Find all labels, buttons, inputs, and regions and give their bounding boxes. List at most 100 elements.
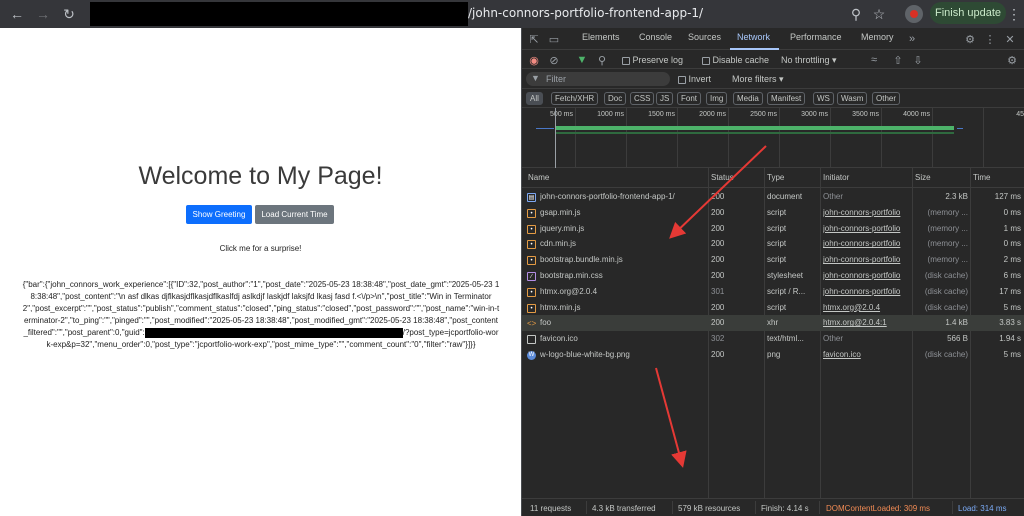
request-name[interactable]: htmx.org@2.0.4 bbox=[540, 287, 706, 296]
import-har-icon[interactable]: ⇧ bbox=[890, 52, 906, 68]
type-filter-img[interactable]: Img bbox=[706, 92, 728, 105]
request-name[interactable]: bootstrap.min.css bbox=[540, 271, 706, 280]
type-filter-manifest[interactable]: Manifest bbox=[767, 92, 806, 105]
table-row[interactable]: favicon.ico 302 text/html... Other 566 B 1.94… bbox=[522, 331, 1024, 347]
request-name[interactable]: w-logo-blue-white-bg.png bbox=[540, 350, 706, 359]
reload-icon[interactable]: ↻ bbox=[56, 2, 82, 26]
column-header-type[interactable]: Type bbox=[767, 173, 784, 182]
request-initiator[interactable]: john-connors-portfolio bbox=[823, 271, 913, 280]
type-filter-js[interactable]: JS bbox=[656, 92, 674, 105]
preserve-log-checkbox[interactable]: Preserve log bbox=[622, 55, 683, 65]
request-initiator[interactable]: john-connors-portfolio bbox=[823, 208, 913, 217]
forward-arrow-icon[interactable]: → bbox=[30, 2, 56, 26]
invert-label: Invert bbox=[688, 74, 712, 84]
type-filter-all[interactable]: All bbox=[526, 92, 543, 105]
throttling-value: No throttling bbox=[781, 55, 830, 65]
request-name[interactable]: gsap.min.js bbox=[540, 208, 706, 217]
star-icon[interactable]: ☆ bbox=[866, 2, 892, 26]
table-row[interactable]: Ww-logo-blue-white-bg.png 200 png favicon.i… bbox=[522, 347, 1024, 363]
browser-toolbar: ← → ↻ /john-connors-portfolio-frontend-a… bbox=[0, 0, 1024, 28]
devtools-tab-bar: ⇱ ▭ Elements Console Sources Network Per… bbox=[522, 28, 1024, 50]
request-initiator[interactable]: john-connors-portfolio bbox=[823, 239, 913, 248]
column-header-size[interactable]: Size bbox=[915, 173, 931, 182]
request-name[interactable]: john-connors-portfolio-frontend-app-1/ bbox=[540, 192, 706, 201]
invert-checkbox[interactable]: Invert bbox=[678, 74, 711, 84]
request-initiator[interactable]: john-connors-portfolio bbox=[823, 255, 913, 264]
tab-network[interactable]: Network bbox=[737, 32, 770, 42]
request-initiator[interactable]: john-connors-portfolio bbox=[823, 287, 913, 296]
request-initiator[interactable]: htmx.org@2.0.4:1 bbox=[823, 318, 913, 327]
request-initiator[interactable]: htmx.org@2.0.4 bbox=[823, 303, 913, 312]
network-summary-bar: 11 requests 4.3 kB transferred 579 kB re… bbox=[522, 498, 1024, 516]
throttling-select[interactable]: No throttling ▾ bbox=[781, 55, 837, 66]
disable-cache-checkbox[interactable]: Disable cache bbox=[702, 55, 769, 65]
request-name[interactable]: foo bbox=[540, 318, 706, 327]
devtools-menu-icon[interactable]: ⋮ bbox=[982, 31, 998, 47]
request-name[interactable]: jquery.min.js bbox=[540, 224, 706, 233]
request-name[interactable]: bootstrap.bundle.min.js bbox=[540, 255, 706, 264]
finish-update-button[interactable]: Finish update bbox=[930, 2, 1006, 24]
table-row[interactable]: • htmx.min.js 200 script htmx.org@2.0.4 (disk… bbox=[522, 300, 1024, 316]
table-row[interactable]: <> foo 200 xhr htmx.org@2.0.4:1 1.4 kB 3.83 s bbox=[522, 315, 1024, 332]
request-name[interactable]: cdn.min.js bbox=[540, 239, 706, 248]
device-toolbar-icon[interactable]: ▭ bbox=[546, 31, 562, 47]
filter-input[interactable]: Filter bbox=[526, 72, 670, 86]
export-har-icon[interactable]: ⇩ bbox=[910, 52, 926, 68]
tab-memory[interactable]: Memory bbox=[861, 32, 894, 42]
search-icon[interactable]: ⚲ bbox=[594, 52, 610, 68]
kebab-menu-icon[interactable]: ⋮ bbox=[1006, 2, 1022, 26]
table-row[interactable]: • jquery.min.js 200 script john-connors-port… bbox=[522, 221, 1024, 237]
column-header-name[interactable]: Name bbox=[528, 173, 549, 182]
more-tabs-icon[interactable]: » bbox=[904, 31, 920, 47]
table-row[interactable]: • bootstrap.bundle.min.js 200 script john-co… bbox=[522, 252, 1024, 268]
show-greeting-button[interactable]: Show Greeting bbox=[186, 205, 252, 224]
column-header-initiator[interactable]: Initiator bbox=[823, 173, 849, 182]
network-settings-icon[interactable]: ⚙ bbox=[1004, 52, 1020, 68]
type-filter-media[interactable]: Media bbox=[733, 92, 763, 105]
tab-console[interactable]: Console bbox=[639, 32, 672, 42]
tab-performance[interactable]: Performance bbox=[790, 32, 842, 42]
type-filter-fetch-xhr[interactable]: Fetch/XHR bbox=[551, 92, 599, 105]
load-current-time-button[interactable]: Load Current Time bbox=[255, 205, 334, 224]
type-filter-doc[interactable]: Doc bbox=[604, 92, 627, 105]
tab-sources[interactable]: Sources bbox=[688, 32, 721, 42]
table-row[interactable]: • cdn.min.js 200 script john-connors-portfol… bbox=[522, 236, 1024, 252]
inspect-element-icon[interactable]: ⇱ bbox=[526, 31, 542, 47]
column-header-time[interactable]: Time bbox=[973, 173, 990, 182]
type-filter-css[interactable]: CSS bbox=[630, 92, 655, 105]
clear-icon[interactable]: ⊘ bbox=[546, 52, 562, 68]
type-filter-wasm[interactable]: Wasm bbox=[837, 92, 868, 105]
request-time: 1.94 s bbox=[999, 334, 1021, 344]
table-row[interactable]: ▤ john-connors-portfolio-frontend-app-1/2… bbox=[522, 189, 1024, 205]
script-icon: • bbox=[527, 303, 536, 313]
filter-funnel-icon[interactable]: ▼ bbox=[574, 52, 590, 68]
tab-elements[interactable]: Elements bbox=[582, 32, 620, 42]
request-status: 200 bbox=[711, 255, 725, 265]
request-type: text/html... bbox=[767, 334, 804, 344]
request-initiator[interactable]: john-connors-portfolio bbox=[823, 224, 913, 233]
network-overview-timeline[interactable]: 500 ms 1000 ms 1500 ms 2000 ms 2500 ms 3… bbox=[522, 108, 1024, 168]
request-size: (disk cache) bbox=[924, 271, 968, 280]
record-stop-icon[interactable]: ◉ bbox=[526, 52, 542, 68]
close-icon[interactable]: ✕ bbox=[1002, 31, 1018, 47]
table-row[interactable]: • htmx.org@2.0.4 301 script / R... john-conn… bbox=[522, 284, 1024, 300]
request-initiator[interactable]: favicon.ico bbox=[823, 350, 913, 359]
network-conditions-icon[interactable]: ≈ bbox=[866, 52, 882, 68]
settings-gear-icon[interactable]: ⚙ bbox=[962, 31, 978, 47]
table-row[interactable]: ∕ bootstrap.min.css 200 stylesheet john-conn… bbox=[522, 268, 1024, 284]
type-filter-other[interactable]: Other bbox=[872, 92, 901, 105]
type-filter-ws[interactable]: WS bbox=[813, 92, 834, 105]
back-arrow-icon[interactable]: ← bbox=[4, 2, 30, 26]
type-filter-font[interactable]: Font bbox=[677, 92, 702, 105]
timeline-request-bar bbox=[556, 132, 954, 134]
surprise-text[interactable]: Click me for a surprise! bbox=[0, 244, 521, 253]
address-bar-url[interactable]: /john-connors-portfolio-frontend-app-1/ bbox=[468, 6, 703, 20]
column-header-status[interactable]: Status bbox=[711, 173, 734, 182]
timeline-cursor[interactable] bbox=[555, 108, 556, 168]
table-row[interactable]: • gsap.min.js 200 script john-connors-portfo… bbox=[522, 205, 1024, 221]
request-name[interactable]: favicon.ico bbox=[540, 334, 706, 343]
request-type: png bbox=[767, 350, 781, 359]
more-filters-dropdown[interactable]: More filters ▾ bbox=[732, 74, 784, 85]
request-name[interactable]: htmx.min.js bbox=[540, 303, 706, 312]
extension-icon[interactable] bbox=[905, 5, 923, 23]
